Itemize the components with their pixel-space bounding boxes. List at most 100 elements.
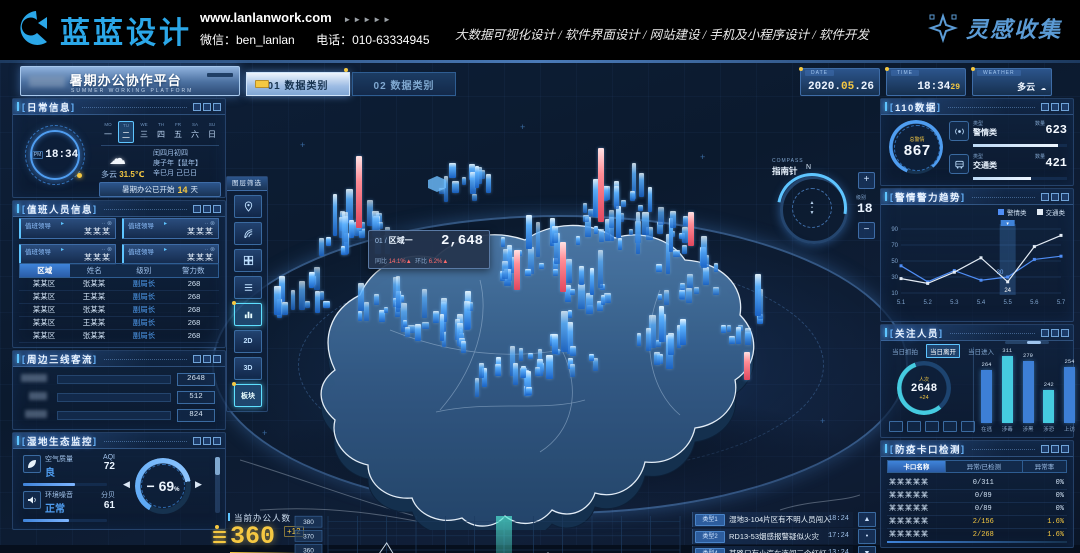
svg-text:5.7: 5.7: [1057, 300, 1066, 306]
layer-button-block[interactable]: 板块: [234, 384, 262, 407]
scroll-up-button[interactable]: ▲: [858, 512, 876, 527]
alert-tag: 类型4: [695, 548, 725, 553]
layer-button-3d[interactable]: 3D: [234, 357, 262, 380]
alert-row[interactable]: 类型4 某路口有小汽车连闯三个红灯 13:24: [692, 546, 853, 553]
layer-button-radar[interactable]: [234, 222, 262, 245]
north-indicator: N: [806, 164, 811, 171]
grid-icon: [243, 255, 254, 266]
police-stat-row: 类型 警情类 数量 623: [973, 120, 1067, 138]
brand-logo[interactable]: 蓝蓝设计: [14, 8, 192, 52]
brand-name: 蓝蓝设计: [60, 8, 192, 52]
tab-left-today[interactable]: 当日离开: [926, 344, 960, 358]
clock-widget: PM 18:34: [25, 125, 85, 185]
website-link[interactable]: www.lanlanwork.com: [200, 10, 332, 25]
police-stat-bar: [973, 177, 1067, 180]
layer-button-chart[interactable]: [234, 303, 262, 326]
panel-controls[interactable]: [193, 437, 221, 445]
gauge-next-button[interactable]: ▶: [195, 479, 202, 490]
zoom-in-button[interactable]: +: [858, 172, 875, 189]
air-quality-label: 空气质量: [45, 454, 73, 464]
table-row[interactable]: 某某某某某0/890%: [887, 490, 1067, 503]
scroll-dot-button[interactable]: •: [858, 529, 876, 544]
trend-legend: 警情类 交通类: [998, 207, 1065, 217]
tab-data-category-2[interactable]: 02 数据类别: [352, 72, 456, 96]
panel-footer-bar: [887, 541, 1067, 543]
bar-item[interactable]: 254上访: [1063, 347, 1076, 433]
zoom-out-button[interactable]: −: [858, 222, 875, 239]
tab-data-category-1[interactable]: 01 数据类别: [246, 72, 350, 96]
zoom-level-value: 18: [857, 201, 873, 216]
table-row[interactable]: 某某某某某0/890%: [887, 503, 1067, 516]
focus-circle-value: 人次 2648 +24: [902, 366, 946, 410]
layer-filter-title: 图层筛选: [227, 177, 267, 191]
table-row[interactable]: 某某区张某某副局长268: [19, 278, 219, 291]
flow-value: 2648: [177, 373, 215, 386]
svg-text:5.6: 5.6: [1030, 300, 1039, 306]
panel-title: 湿地生态监控: [27, 434, 93, 448]
weekday[interactable]: MO一: [101, 121, 115, 143]
weekday[interactable]: TH四: [154, 121, 168, 143]
mini-icon-row[interactable]: [889, 421, 975, 432]
region-value: 2,648: [441, 233, 483, 249]
alert-row[interactable]: 类型1 湿地3-104片区有不明人员闯入 18:24: [692, 512, 853, 527]
compass-label-en: COMPASS: [772, 158, 804, 164]
panel-controls[interactable]: [1041, 103, 1069, 111]
office-line-chart[interactable]: 024681012141618202224380370360350340: [292, 510, 692, 553]
svg-text:30: 30: [997, 270, 1004, 276]
layer-button-grid[interactable]: [234, 249, 262, 272]
duty-leader-card[interactable]: 值班领导▸·· ⊗某某某: [122, 244, 219, 265]
bar-item[interactable]: 264在逃: [980, 347, 993, 433]
lunar-calendar: 闰四月初四 庚子年【鼠年】 辛巳月 己巳日: [153, 149, 202, 179]
table-row[interactable]: 某某区张某某副局长268: [19, 304, 219, 317]
alert-tag: 类型1: [695, 514, 725, 526]
aqi-unit: AQI: [89, 454, 115, 461]
table-row-warning[interactable]: 某某某某某2/1561.6%: [887, 516, 1067, 529]
scroll-down-button[interactable]: ▼: [858, 546, 876, 553]
region-index: 01 /: [375, 238, 387, 245]
weekday[interactable]: FR五: [171, 121, 185, 143]
duty-leader-card[interactable]: 值班领导▸·· ⊗某某某: [122, 218, 219, 239]
duty-leader-card[interactable]: 值班领导▸·· ⊗某某某: [19, 218, 116, 239]
inspiration-collect[interactable]: 灵感收集: [928, 12, 1062, 44]
mini-scrollbar[interactable]: [215, 457, 220, 513]
table-row[interactable]: 某某区王某某副局长268: [19, 291, 219, 304]
noise-status: 正常: [45, 500, 73, 515]
panel-controls[interactable]: [193, 205, 221, 213]
alert-text: RD13-53烟感报警疑似火灾: [729, 531, 831, 542]
weekday[interactable]: SA六: [188, 121, 202, 143]
trend-line-chart[interactable]: 90705030105.15.25.35.45.55.65.7▾3024: [884, 219, 1068, 319]
weekday[interactable]: SU日: [205, 121, 219, 143]
panel-controls[interactable]: [1041, 445, 1069, 453]
weekday[interactable]: WE三: [137, 121, 151, 143]
weekday-active[interactable]: TU二: [118, 121, 134, 143]
compass-widget: COMPASS 指南针 N ▲•▼ + 级别 18 −: [770, 156, 876, 256]
list-icon: [243, 282, 254, 293]
gauge-prev-button[interactable]: ◀: [123, 479, 130, 490]
leaf-icon: [23, 455, 41, 473]
bar-item[interactable]: 311涉毒: [1001, 347, 1014, 433]
panel-controls[interactable]: [193, 355, 221, 363]
layer-button-list[interactable]: [234, 276, 262, 299]
city-3d-map[interactable]: [240, 210, 860, 530]
bar-item[interactable]: 242涉恐: [1042, 347, 1055, 433]
table-row[interactable]: 某某区王某某副局长268: [19, 317, 219, 330]
menu-icon[interactable]: [213, 531, 226, 543]
table-row[interactable]: 某某区张某某副局长268: [19, 330, 219, 343]
bar-item[interactable]: 279涉黑: [1022, 347, 1035, 433]
panel-controls[interactable]: [1041, 193, 1069, 201]
layer-button-2d[interactable]: 2D: [234, 330, 262, 353]
alert-row[interactable]: 类型2 RD13-53烟感报警疑似火灾 17:24: [692, 529, 853, 544]
duty-table-header: 区域姓名级别警力数: [19, 263, 219, 278]
duty-leader-card[interactable]: 值班领导▸·· ⊗某某某: [19, 244, 116, 265]
panel-controls[interactable]: [193, 103, 221, 111]
panel-controls[interactable]: [1041, 329, 1069, 337]
chart-scrollbar[interactable]: [1005, 341, 1049, 344]
wechat-id: 微信：ben_lanlan: [200, 33, 295, 47]
services-list: 大数据可视化设计 / 软件界面设计 / 网站建设 / 手机及小程序设计 / 软件…: [455, 24, 915, 43]
table-row[interactable]: 某某某某某0/3110%: [887, 477, 1067, 490]
duty-table: 区域姓名级别警力数 某某区张某某副局长268 某某区王某某副局长268 某某区张…: [19, 263, 219, 343]
panel-title: 警情警力趋势: [895, 190, 961, 204]
panel-title: 防疫卡口检测: [895, 442, 961, 456]
tab-captured-today[interactable]: 当日抓拍: [889, 345, 921, 357]
layer-button-location[interactable]: [234, 195, 262, 218]
